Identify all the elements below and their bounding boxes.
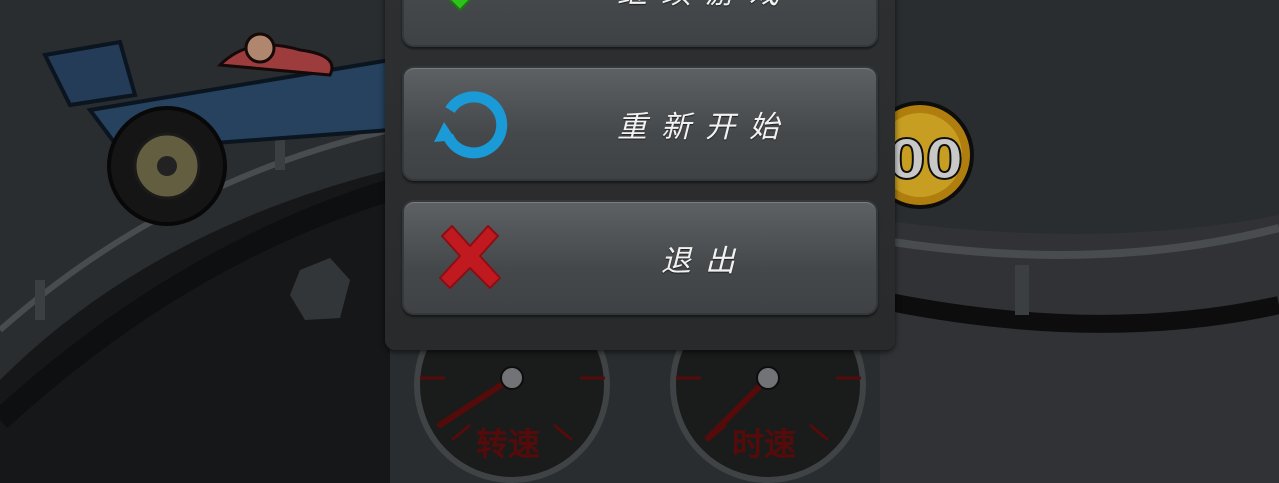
exit-label: 退出 (661, 243, 749, 279)
pause-menu: 继续游戏 重新开始 退出 (385, 0, 895, 350)
red-x-icon (439, 224, 501, 289)
resume-button[interactable]: 继续游戏 (402, 0, 878, 47)
restart-label: 重新开始 (617, 109, 793, 145)
green-checkmark-icon (449, 0, 471, 11)
restart-icon (434, 90, 508, 158)
resume-label: 继续游戏 (554, 0, 856, 45)
exit-button[interactable]: 退出 (402, 200, 878, 315)
restart-button[interactable]: 重新开始 (402, 66, 878, 181)
